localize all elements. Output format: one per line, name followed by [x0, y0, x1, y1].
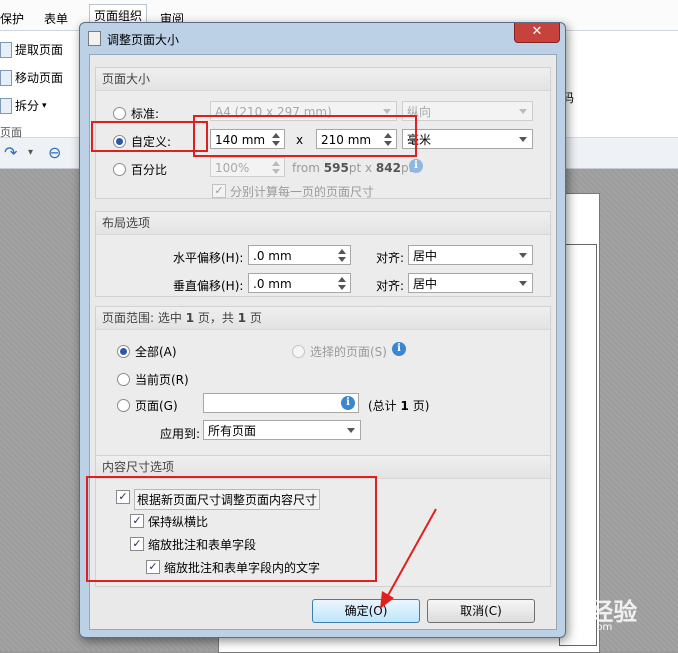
spin-down-icon[interactable]	[338, 285, 346, 290]
percent-spinner[interactable]: 100%	[210, 157, 285, 177]
v-offset-value: .0 mm	[253, 277, 292, 291]
chevron-down-icon[interactable]: ▾	[28, 147, 33, 158]
back-icon[interactable]: ⊖	[48, 143, 61, 162]
from-size-text: from 595pt x 842pt	[292, 161, 413, 175]
tab-forms[interactable]: 表单	[44, 10, 68, 27]
layout-header: 布局选项	[96, 212, 550, 235]
h-offset-label: 水平偏移(H):	[173, 251, 244, 265]
total-suffix: 页)	[412, 399, 430, 413]
move-pages-label: 移动页面	[15, 71, 64, 85]
current-page-label: 当前页(R)	[135, 373, 189, 387]
highlight-custom-size	[193, 115, 417, 157]
apply-to-label: 应用到:	[160, 427, 201, 441]
range-selected-count: 1	[185, 311, 195, 325]
per-page-checkbox[interactable]: ✓	[212, 184, 226, 198]
page-range-input[interactable]	[203, 393, 359, 413]
chevron-down-icon	[519, 253, 527, 258]
info-icon[interactable]: i	[341, 396, 355, 410]
redo-icon[interactable]: ↷	[4, 143, 17, 162]
percent-radio[interactable]	[113, 163, 126, 176]
spin-down-icon[interactable]	[338, 257, 346, 262]
selected-pages-radio[interactable]	[292, 345, 305, 358]
range-header-suffix: 页	[249, 311, 262, 325]
apply-to-value: 所有页面	[208, 424, 257, 438]
v-align-select[interactable]: 居中	[408, 273, 533, 293]
chevron-down-icon	[519, 281, 527, 286]
close-button[interactable]: ✕	[514, 23, 560, 43]
from-height: 842	[375, 161, 401, 175]
extract-page-icon	[0, 41, 12, 58]
spin-up-icon[interactable]	[338, 249, 346, 254]
range-total-count: 1	[237, 311, 247, 325]
from-mid: pt x	[348, 161, 373, 175]
extract-pages-label: 提取页面	[15, 43, 64, 57]
dialog-titlebar[interactable]: 调整页面大小 ✕	[80, 23, 565, 53]
page-range-label: 页面(G)	[135, 399, 178, 413]
percent-value: 100%	[215, 161, 250, 175]
spin-down-icon[interactable]	[272, 169, 280, 174]
close-icon: ✕	[531, 24, 543, 39]
spin-up-icon[interactable]	[272, 161, 280, 166]
all-pages-radio[interactable]	[117, 345, 130, 358]
standard-label: 标准:	[131, 107, 160, 121]
extract-pages-button[interactable]: 提取页面	[0, 41, 63, 58]
standard-radio[interactable]	[113, 107, 126, 120]
chevron-down-icon	[383, 109, 391, 114]
annotation-arrow-icon	[380, 508, 437, 609]
chevron-down-icon	[519, 109, 527, 114]
v-offset-spinner[interactable]: .0 mm	[248, 273, 351, 293]
info-icon[interactable]: i	[392, 342, 406, 356]
page-range-radio[interactable]	[117, 399, 130, 412]
percent-label: 百分比	[131, 163, 168, 177]
chevron-down-icon	[347, 428, 355, 433]
h-offset-value: .0 mm	[253, 249, 292, 263]
chevron-down-icon: ▾	[42, 100, 47, 111]
info-icon[interactable]: i	[409, 159, 423, 173]
h-offset-spinner[interactable]: .0 mm	[248, 245, 351, 265]
from-width: 595	[323, 161, 349, 175]
range-header-mid: 页，共	[197, 311, 234, 325]
h-align-select[interactable]: 居中	[408, 245, 533, 265]
dialog-app-icon	[88, 31, 101, 46]
split-label: 拆分	[15, 99, 40, 113]
move-pages-button[interactable]: 移动页面	[0, 69, 63, 86]
page-size-header: 页面大小	[96, 68, 550, 91]
total-prefix: (总计	[368, 399, 397, 413]
highlight-custom-option	[91, 121, 208, 152]
h-align-label: 对齐:	[376, 251, 405, 265]
apply-to-select[interactable]: 所有页面	[203, 420, 361, 440]
unit-select[interactable]: 毫米	[402, 129, 533, 149]
v-offset-label: 垂直偏移(H):	[173, 279, 244, 293]
highlight-content-options	[86, 476, 377, 582]
orientation-select[interactable]: 纵向	[402, 101, 533, 121]
from-prefix: from	[292, 161, 320, 175]
total-value: 1	[400, 399, 409, 413]
move-page-icon	[0, 69, 12, 86]
per-page-label: 分别计算每一页的页面尺寸	[230, 185, 375, 199]
split-button[interactable]: 拆分 ▾	[0, 97, 47, 114]
chevron-down-icon	[519, 137, 527, 142]
split-icon	[0, 97, 12, 114]
all-pages-label: 全部(A)	[135, 345, 177, 359]
v-align-value: 居中	[413, 277, 438, 291]
range-header-prefix: 页面范围: 选中	[102, 311, 182, 325]
v-align-label: 对齐:	[376, 279, 405, 293]
selected-pages-label: 选择的页面(S)	[310, 345, 387, 359]
total-pages-text: (总计 1 页)	[368, 397, 429, 414]
page-range-header: 页面范围: 选中 1 页，共 1 页	[96, 307, 550, 330]
spin-up-icon[interactable]	[338, 277, 346, 282]
h-align-value: 居中	[413, 249, 438, 263]
current-page-radio[interactable]	[117, 373, 130, 386]
dialog-title: 调整页面大小	[107, 33, 180, 47]
cancel-button[interactable]: 取消(C)	[427, 599, 535, 623]
tab-protect[interactable]: 保护	[0, 10, 24, 27]
